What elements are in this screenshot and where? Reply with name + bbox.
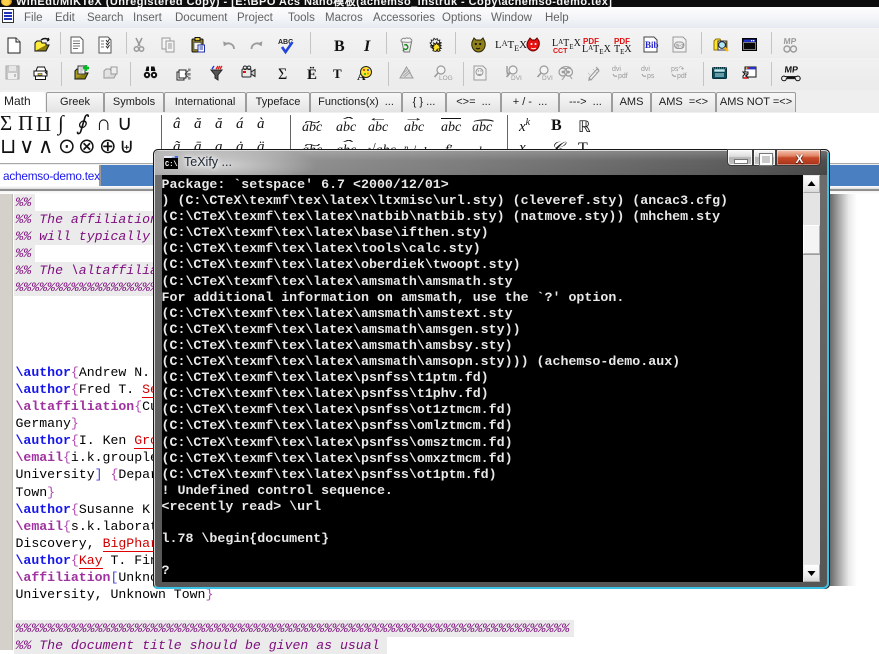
svg-text:LATEX: LATEX: [582, 44, 612, 56]
svg-text:MP: MP: [783, 36, 797, 46]
svg-text:Z: Z: [745, 74, 748, 79]
svg-text:DVI: DVI: [511, 75, 522, 82]
svg-text:dvi: dvi: [641, 66, 650, 73]
svg-text:pdf: pdf: [677, 73, 687, 80]
svg-text:pdf: pdf: [618, 73, 628, 80]
svg-text:a-z: a-z: [675, 42, 684, 49]
svg-text:LOG: LOG: [439, 75, 453, 82]
svg-text:CCT: CCT: [553, 48, 568, 55]
svg-text:T: T: [333, 66, 342, 81]
svg-text:LATEX: LATEX: [495, 39, 527, 53]
svg-text:Σ: Σ: [278, 66, 287, 83]
svg-text:ps↷: ps↷: [671, 66, 684, 73]
svg-text:Ë: Ë: [307, 67, 317, 83]
svg-text:Bib: Bib: [645, 40, 659, 50]
svg-text:dvi: dvi: [612, 66, 621, 73]
svg-text:I: I: [363, 38, 371, 55]
svg-text:ps: ps: [647, 73, 655, 80]
svg-text:DVI: DVI: [542, 75, 553, 82]
svg-text:MP: MP: [784, 65, 799, 75]
svg-text:B: B: [334, 38, 345, 55]
